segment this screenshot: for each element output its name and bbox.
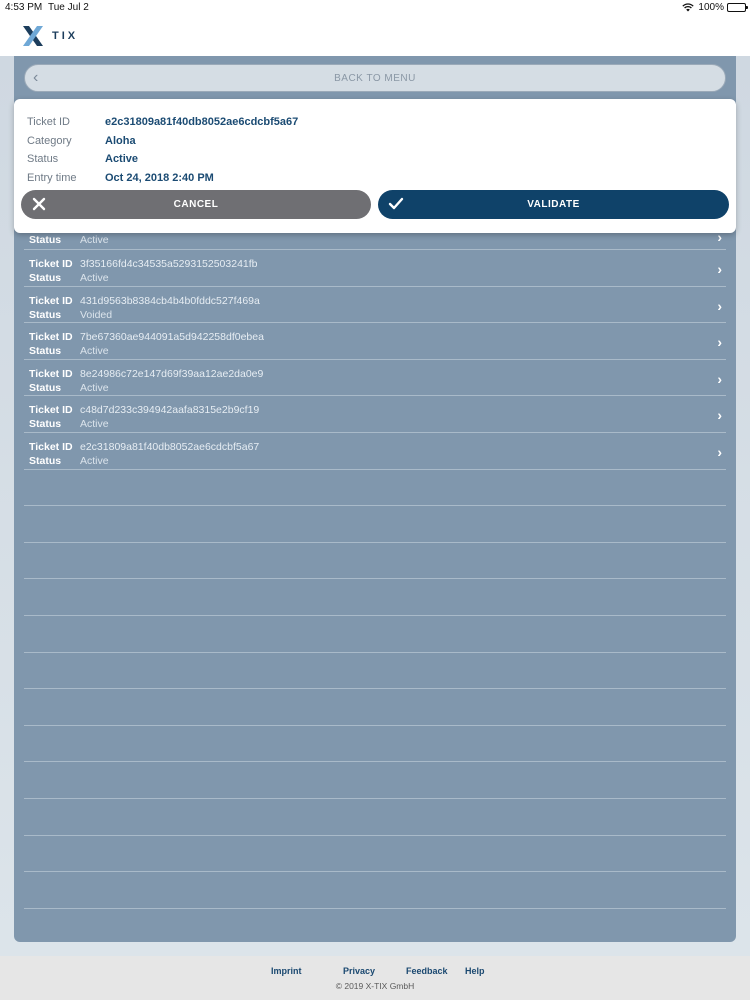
chevron-right-icon: ›: [717, 443, 722, 460]
ticket-id-label: Ticket ID: [29, 294, 73, 307]
status-label: Status: [29, 418, 62, 431]
logo-x-icon: [23, 26, 43, 46]
validate-button[interactable]: VALIDATE: [378, 190, 729, 219]
ticket-id-value: 431d9563b8384cb4b4b0fddc527f469a: [80, 294, 260, 307]
empty-list-row: [24, 470, 726, 507]
detail-value: e2c31809a81f40db8052ae6cdcbf5a67: [105, 116, 299, 129]
ticket-id-label: Ticket ID: [29, 440, 73, 453]
close-icon: [32, 197, 46, 211]
detail-label: Entry time: [27, 171, 77, 184]
ticket-row[interactable]: Ticket ID 3f35166fd4c34535a5293152503241f…: [24, 250, 726, 287]
empty-list-row: [24, 836, 726, 873]
status-label: Status: [29, 381, 62, 394]
wifi-icon: [682, 3, 695, 12]
app-header: TIX: [0, 16, 750, 56]
detail-label: Status: [27, 153, 59, 166]
status-right: 100%: [682, 2, 724, 13]
ticket-row-partial[interactable]: Status Active ›: [24, 229, 726, 250]
status-time: 4:53 PM: [5, 2, 43, 13]
footer-link-help[interactable]: Help: [465, 966, 485, 976]
detail-value: Oct 24, 2018 2:40 PM: [105, 171, 214, 184]
ticket-row[interactable]: Ticket ID c48d7d233c394942aafa8315e2b9cf1…: [24, 396, 726, 433]
ticket-id-value: c48d7d233c394942aafa8315e2b9cf19: [80, 404, 260, 417]
empty-list-row: [24, 653, 726, 690]
ticket-id-value: e2c31809a81f40db8052ae6cdcbf5a67: [80, 440, 260, 453]
detail-value: Aloha: [105, 134, 136, 147]
status-bar: 4:53 PM Tue Jul 2 100%: [0, 0, 750, 16]
footer-link-privacy[interactable]: Privacy: [343, 966, 375, 976]
ticket-list: Status Active › Ticket ID 3f35166fd4c34535…: [24, 229, 726, 909]
empty-list-row: [24, 799, 726, 836]
ticket-id-label: Ticket ID: [29, 258, 73, 270]
ticket-row[interactable]: Ticket ID e2c31809a81f40db8052ae6cdcbf5a6…: [24, 433, 726, 470]
status-label: Status: [29, 272, 62, 284]
detail-label: Category: [27, 134, 72, 147]
ticket-row[interactable]: Ticket ID 7be67360ae944091a5d942258df0ebe…: [24, 323, 726, 360]
detail-row-ticket-id: Ticket ID e2c31809a81f40db8052ae6cdcbf5a…: [27, 113, 298, 132]
status-label: Status: [29, 345, 62, 358]
status-value: Active: [80, 272, 109, 284]
empty-list-row: [24, 872, 726, 909]
empty-list-row: [24, 506, 726, 543]
chevron-right-icon: ›: [717, 370, 722, 387]
detail-row-category: Category Aloha: [27, 132, 298, 151]
chevron-right-icon: ›: [717, 261, 722, 277]
status-label: Status: [29, 454, 62, 467]
ticket-row[interactable]: Ticket ID 8e24986c72e147d69f39aa12ae2da0e…: [24, 360, 726, 397]
empty-list-row: [24, 543, 726, 580]
empty-list-row: [24, 616, 726, 653]
back-to-menu-button[interactable]: ‹ BACK TO MENU: [24, 64, 726, 92]
chevron-right-icon: ›: [717, 297, 722, 314]
chevron-left-icon: ‹: [33, 69, 39, 86]
status-value: Voided: [80, 308, 113, 321]
empty-list-row: [24, 762, 726, 799]
footer: Imprint Privacy Feedback Help © 2019 X-T…: [0, 956, 750, 1000]
status-value: Active: [80, 381, 109, 394]
ticket-detail-table: Ticket ID e2c31809a81f40db8052ae6cdcbf5a…: [27, 113, 298, 187]
detail-row-status: Status Active: [27, 150, 298, 169]
cancel-button[interactable]: CANCEL: [21, 190, 371, 219]
status-value: Active: [80, 345, 109, 358]
status-date: Tue Jul 2: [48, 2, 89, 13]
ticket-id-value: 3f35166fd4c34535a5293152503241fb: [80, 258, 258, 270]
battery-icon: [727, 3, 748, 12]
status-value: Active: [80, 418, 109, 431]
footer-link-imprint[interactable]: Imprint: [271, 966, 302, 976]
empty-list-row: [24, 726, 726, 763]
ticket-id-label: Ticket ID: [29, 404, 73, 417]
detail-row-entry-time: Entry time Oct 24, 2018 2:40 PM: [27, 169, 298, 188]
ticket-id-value: 7be67360ae944091a5d942258df0ebea: [80, 331, 264, 344]
empty-list-row: [24, 579, 726, 616]
empty-list-row: [24, 689, 726, 726]
status-label: Status: [29, 308, 62, 321]
ticket-id-label: Ticket ID: [29, 331, 73, 344]
back-to-menu-label: BACK TO MENU: [334, 72, 416, 84]
chevron-right-icon: ›: [717, 334, 722, 351]
detail-label: Ticket ID: [27, 116, 70, 129]
footer-link-feedback[interactable]: Feedback: [406, 966, 448, 976]
status-value: Active: [80, 234, 109, 246]
xtix-logo: TIX: [20, 24, 78, 48]
status-label: Status: [29, 234, 62, 246]
logo-text: TIX: [52, 30, 79, 42]
checkmark-icon: [388, 197, 404, 210]
detail-value: Active: [105, 153, 139, 166]
ticket-id-value: 8e24986c72e147d69f39aa12ae2da0e9: [80, 367, 264, 380]
ticket-id-label: Ticket ID: [29, 367, 73, 380]
battery-percent: 100%: [698, 2, 724, 13]
chevron-right-icon: ›: [717, 407, 722, 424]
ticket-detail-card: Ticket ID e2c31809a81f40db8052ae6cdcbf5a…: [14, 99, 736, 233]
cancel-label: CANCEL: [173, 199, 219, 210]
copyright: © 2019 X-TIX GmbH: [335, 981, 415, 991]
validate-label: VALIDATE: [527, 199, 580, 210]
status-value: Active: [80, 454, 109, 467]
ticket-row[interactable]: Ticket ID 431d9563b8384cb4b4b0fddc527f469…: [24, 287, 726, 324]
